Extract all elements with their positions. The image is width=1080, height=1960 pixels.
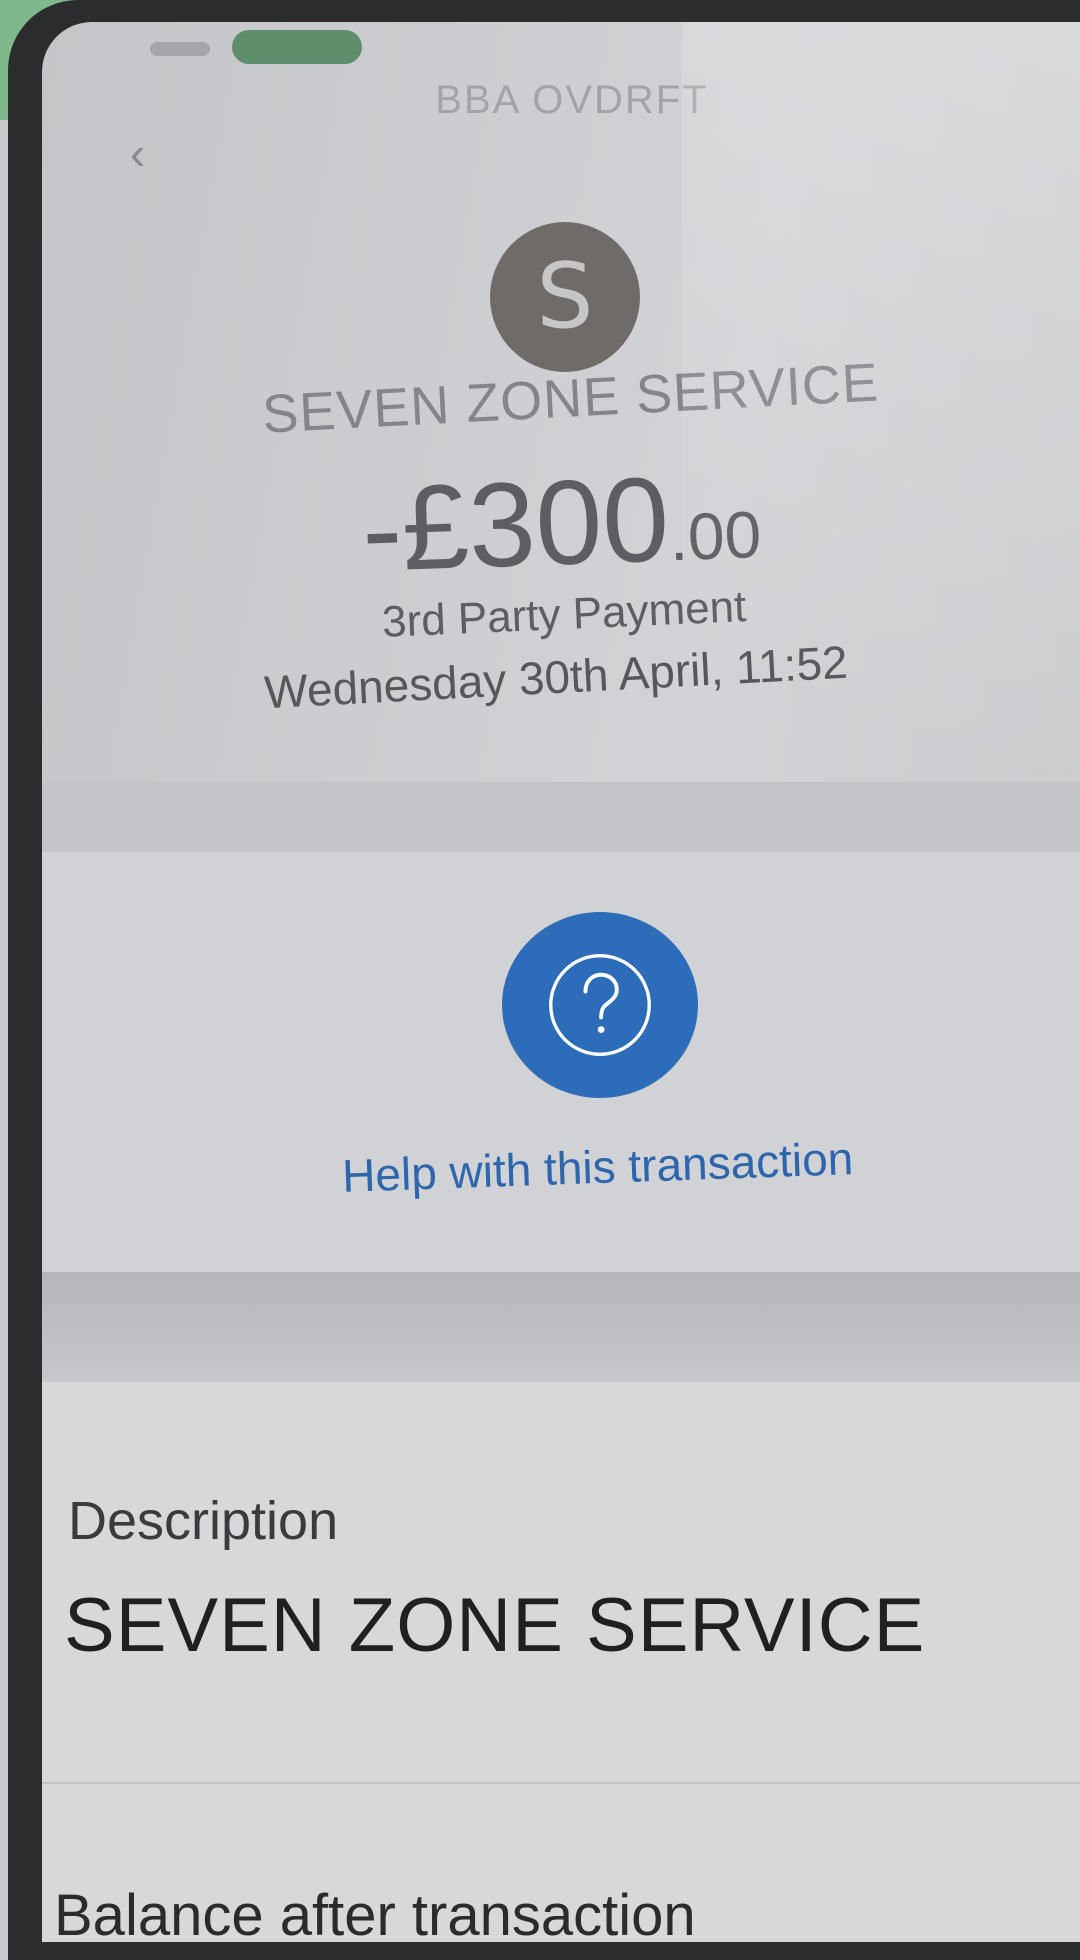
amount-pounds: -£300 xyxy=(359,452,672,597)
transaction-amount: -£300.00 xyxy=(360,447,763,599)
description-label: Description xyxy=(68,1491,339,1551)
account-name: BBA OVDRFT xyxy=(435,78,709,122)
phone-frame: ‹ BBA OVDRFT S SEVEN ZONE SERVICE -£300.… xyxy=(8,0,1080,1960)
transaction-datetime: Wednesday 30th April, 11:52 xyxy=(263,635,849,719)
question-icon xyxy=(549,954,651,1056)
row-divider xyxy=(42,1782,1080,1784)
description-value: SEVEN ZONE SERVICE xyxy=(64,1583,926,1668)
call-status-pill xyxy=(232,30,362,64)
section-divider xyxy=(42,1272,1080,1382)
balance-label: Balance after transaction xyxy=(54,1883,696,1942)
chevron-left-icon[interactable]: ‹ xyxy=(130,130,145,176)
app-screen: ‹ BBA OVDRFT S SEVEN ZONE SERVICE -£300.… xyxy=(42,22,1080,1942)
help-button[interactable] xyxy=(502,912,698,1098)
merchant-avatar: S xyxy=(490,222,640,372)
amount-pence: .00 xyxy=(668,497,763,575)
status-bar-indicator xyxy=(150,42,210,56)
section-divider xyxy=(42,782,1080,852)
